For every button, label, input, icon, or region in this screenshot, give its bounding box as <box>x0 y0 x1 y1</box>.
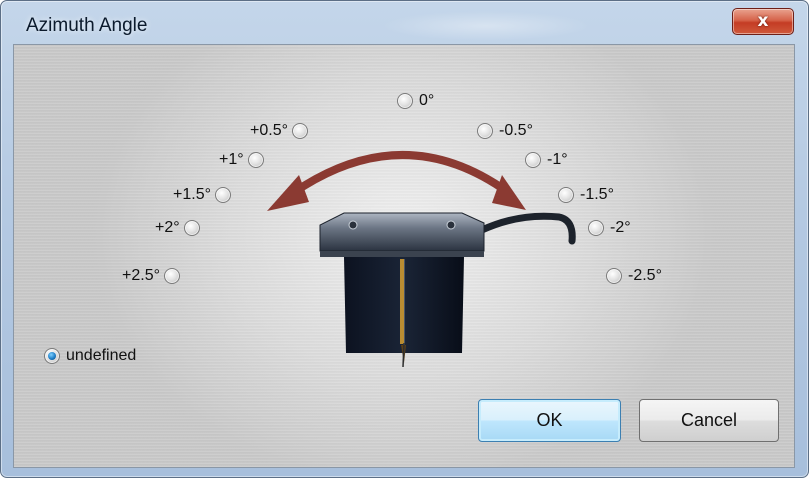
angle-option-minus-2[interactable]: -2° <box>588 219 631 237</box>
angle-option-undefined[interactable]: undefined <box>44 347 136 365</box>
angle-option-minus-1[interactable]: -1° <box>525 151 568 169</box>
dialog-content: 0° +0.5° +1° +1.5° +2° +2.5° -0.5° -1° -… <box>13 44 795 468</box>
angle-option-minus-2-5[interactable]: -2.5° <box>606 267 662 285</box>
angle-label-0: 0° <box>419 92 435 109</box>
angle-radio-plus-2-5[interactable] <box>163 268 180 284</box>
title-bar-glow <box>381 11 591 41</box>
angle-label-minus-0-5: -0.5° <box>499 122 533 139</box>
angle-radio-minus-0-5[interactable] <box>477 123 493 139</box>
cancel-button[interactable]: Cancel <box>639 399 779 442</box>
angle-radio-minus-1-5[interactable] <box>558 187 574 203</box>
angle-label-plus-2-5: +2.5° <box>122 267 160 284</box>
angle-radio-plus-1[interactable] <box>247 152 264 168</box>
angle-label-minus-2: -2° <box>610 219 631 236</box>
angle-radio-0[interactable] <box>397 93 413 109</box>
title-bar[interactable]: Azimuth Angle x <box>1 1 808 44</box>
angle-option-plus-0-5[interactable]: +0.5° <box>250 122 308 140</box>
angle-option-minus-0-5[interactable]: -0.5° <box>477 122 533 140</box>
angle-option-plus-1-5[interactable]: +1.5° <box>173 186 231 204</box>
angle-option-0[interactable]: 0° <box>397 92 434 110</box>
window-title: Azimuth Angle <box>26 15 148 36</box>
close-icon: x <box>757 11 769 31</box>
angle-option-plus-1[interactable]: +1° <box>219 151 264 169</box>
close-button[interactable]: x <box>732 8 794 35</box>
angle-label-plus-2: +2° <box>155 219 180 236</box>
cartridge-cable <box>478 212 576 245</box>
angle-radio-plus-2[interactable] <box>183 220 200 236</box>
angle-radio-minus-2-5[interactable] <box>606 268 622 284</box>
angle-label-plus-1-5: +1.5° <box>173 186 211 203</box>
angle-radio-plus-0-5[interactable] <box>291 123 308 139</box>
angle-option-plus-2-5[interactable]: +2.5° <box>122 267 180 285</box>
angle-label-minus-2-5: -2.5° <box>628 267 662 284</box>
angle-label-plus-0-5: +0.5° <box>250 122 288 139</box>
angle-label-minus-1-5: -1.5° <box>580 186 614 203</box>
dialog-window: Azimuth Angle x 0° +0.5° +1° +1.5° +2° +… <box>0 0 809 478</box>
angle-option-plus-2[interactable]: +2° <box>155 219 200 237</box>
double-headed-curved-arrow-icon <box>267 151 526 211</box>
angle-label-undefined: undefined <box>66 347 137 364</box>
angle-radio-undefined[interactable] <box>44 348 60 364</box>
angle-label-minus-1: -1° <box>547 151 568 168</box>
angle-option-minus-1-5[interactable]: -1.5° <box>558 186 614 204</box>
ok-button[interactable]: OK <box>478 399 621 442</box>
angle-label-plus-1: +1° <box>219 151 244 168</box>
angle-radio-minus-2[interactable] <box>588 220 604 236</box>
angle-radio-minus-1[interactable] <box>525 152 541 168</box>
phono-cartridge-image <box>319 212 485 368</box>
angle-radio-plus-1-5[interactable] <box>214 187 231 203</box>
